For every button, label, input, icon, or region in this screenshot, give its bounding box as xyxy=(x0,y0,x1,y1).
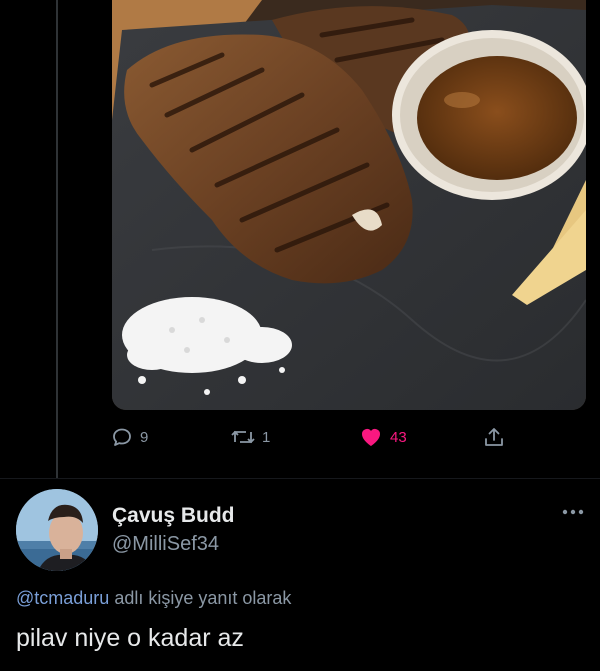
retweet-button[interactable]: 1 xyxy=(230,422,270,452)
author-handle[interactable]: @MilliSef34 xyxy=(112,533,219,556)
reply-count: 9 xyxy=(140,428,149,446)
share-icon xyxy=(485,428,503,446)
retweet-icon xyxy=(231,430,255,444)
reply-to-mention-link[interactable]: @tcmaduru xyxy=(16,588,109,608)
tweet-text: pilav niye o kadar az xyxy=(16,624,244,652)
share-button[interactable] xyxy=(482,422,506,452)
retweet-count: 1 xyxy=(262,428,271,446)
reply-button[interactable]: 9 xyxy=(110,422,148,452)
reply-context-text: adlı kişiye yanıt olarak xyxy=(109,588,292,608)
author-display-name[interactable]: Çavuş Budd xyxy=(112,504,235,528)
like-button[interactable]: 43 xyxy=(358,422,407,452)
tweet-thread: 9 1 43 Çavuş Budd @MilliSef34 @tcmaduru … xyxy=(0,0,600,671)
thread-connector-line xyxy=(56,0,58,478)
tweet-action-bar: 9 1 43 xyxy=(110,422,510,452)
avatar[interactable] xyxy=(16,489,98,571)
profile-photo xyxy=(16,489,98,571)
more-icon xyxy=(562,509,584,515)
steak-photo-illustration xyxy=(112,0,586,410)
heart-icon xyxy=(362,429,380,446)
reply-icon xyxy=(113,428,131,446)
reply-context: @tcmaduru adlı kişiye yanıt olarak xyxy=(16,588,291,609)
tweet-divider xyxy=(0,478,600,479)
tweet-photo[interactable] xyxy=(112,0,586,410)
more-options-button[interactable] xyxy=(560,502,586,522)
like-count: 43 xyxy=(390,428,407,446)
